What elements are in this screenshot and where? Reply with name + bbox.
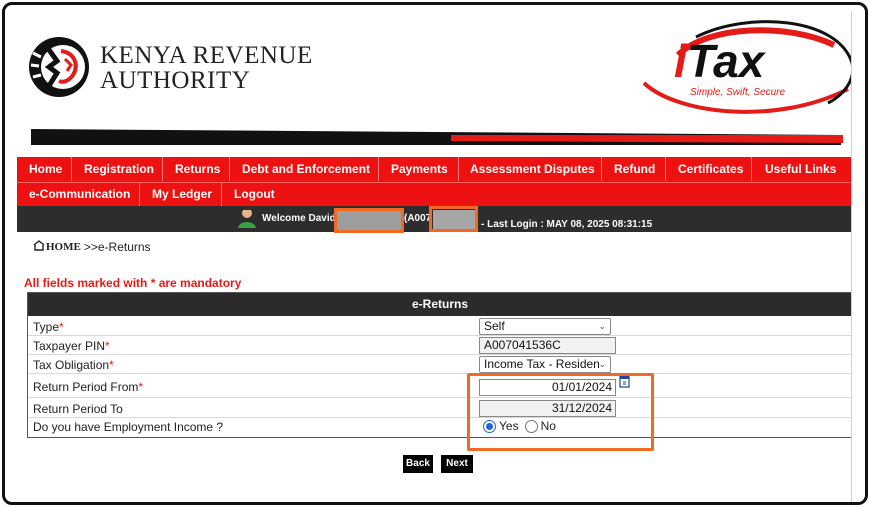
pin-label: Taxpayer PIN — [33, 339, 106, 353]
form-title: e-Returns — [28, 293, 852, 316]
highlight-pin — [429, 206, 478, 232]
obligation-label: Tax Obligation — [33, 358, 110, 372]
breadcrumb: HOME >>e-Returns — [33, 240, 151, 254]
nav-returns[interactable]: Returns — [163, 157, 232, 181]
row-employment-income: Do you have Employment Income ? Yes No — [28, 418, 852, 437]
breadcrumb-current: >>e-Returns — [83, 240, 151, 254]
itax-logo: iTax Simple, Swift, Secure — [638, 15, 858, 128]
row-taxpayer-pin: Taxpayer PIN* A007041536C — [28, 336, 852, 355]
taxpayer-pin-field[interactable]: A007041536C — [479, 337, 616, 354]
chevron-down-icon: ⌄ — [598, 321, 606, 331]
highlight-period-fields — [467, 373, 654, 451]
svg-text:iTax: iTax — [674, 35, 767, 87]
kra-name-line1: KENYA REVENUE — [100, 42, 313, 69]
last-login: - Last Login : MAY 08, 2025 08:31:15 — [481, 219, 653, 230]
user-avatar-icon — [237, 207, 257, 234]
e-returns-form: e-Returns Type* Self ⌄ Taxpayer PIN* A007… — [27, 292, 853, 438]
kra-logo — [27, 31, 93, 108]
next-button[interactable]: Next — [441, 455, 473, 473]
back-button[interactable]: Back — [403, 455, 433, 473]
row-tax-obligation: Tax Obligation* Income Tax - Residen ⌄ — [28, 355, 852, 374]
kra-name-line2: AUTHORITY — [100, 67, 251, 94]
type-label: Type — [33, 320, 60, 334]
nav-refund[interactable]: Refund — [602, 157, 667, 181]
row-type: Type* Self ⌄ — [28, 317, 852, 336]
itax-tagline: Simple, Swift, Secure — [690, 87, 785, 98]
nav-home[interactable]: Home — [17, 157, 74, 181]
highlight-name — [334, 208, 404, 233]
employment-label: Do you have Employment Income ? — [33, 420, 224, 434]
nav-payments[interactable]: Payments — [379, 157, 460, 181]
home-icon[interactable] — [33, 240, 45, 254]
nav-logout[interactable]: Logout — [222, 182, 287, 206]
row-period-from: Return Period From* 01/01/2024 — [28, 374, 852, 398]
header-swoosh — [31, 125, 846, 152]
chevron-down-icon: ⌄ — [598, 359, 606, 369]
kra-name: KENYA REVENUE AUTHORITY — [100, 43, 313, 93]
nav-debt-enforcement[interactable]: Debt and Enforcement — [230, 157, 382, 181]
nav-e-communication[interactable]: e-Communication — [17, 182, 142, 206]
period-to-label: Return Period To — [33, 402, 123, 416]
nav-useful-links[interactable]: Useful Links — [753, 157, 848, 181]
row-period-to: Return Period To 31/12/2024 — [28, 399, 852, 418]
tax-obligation-select[interactable]: Income Tax - Residen ⌄ — [479, 356, 611, 373]
period-from-label: Return Period From — [33, 380, 139, 394]
welcome-pin-prefix: (A007 — [404, 213, 432, 224]
mandatory-note: All fields marked with * are mandatory — [24, 276, 242, 290]
browser-frame: KENYA REVENUE AUTHORITY iTax Simple, Swi… — [2, 2, 868, 505]
type-select[interactable]: Self ⌄ — [479, 318, 611, 335]
nav-registration[interactable]: Registration — [72, 157, 166, 181]
nav-assessment-disputes[interactable]: Assessment Disputes — [458, 157, 607, 181]
nav-my-ledger[interactable]: My Ledger — [140, 182, 224, 206]
welcome-name: Welcome David — [262, 213, 336, 224]
nav-certificates[interactable]: Certificates — [666, 157, 755, 181]
vertical-scrollbar[interactable] — [851, 11, 863, 502]
main-nav: Home Registration Returns Debt and Enfor… — [17, 157, 861, 206]
breadcrumb-home[interactable]: HOME — [46, 241, 81, 253]
